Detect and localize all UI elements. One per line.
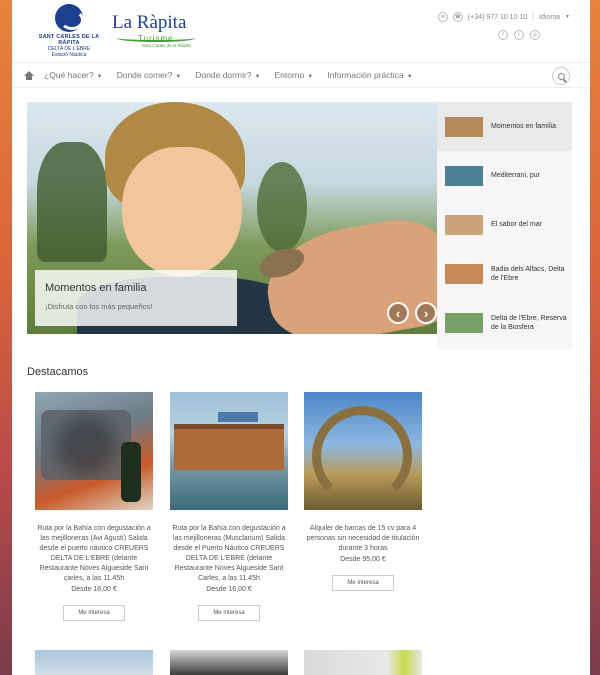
slide-label: Delta de l'Ebre, Reserva de la Biosfera	[491, 314, 567, 331]
wave-logo-icon	[55, 4, 84, 32]
chevron-left-icon: ‹	[395, 305, 401, 321]
me-interesa-button[interactable]: Me interesa	[332, 575, 394, 591]
slide-list: Momentos en família Mediterrani, pur El …	[437, 102, 572, 349]
hero-bg-tree	[257, 162, 307, 252]
language-selector[interactable]: Idioma	[539, 14, 560, 21]
slide-item[interactable]: Badia dels Alfacs, Delta de l'Ebre	[437, 249, 572, 298]
card-image-detail	[121, 442, 141, 502]
card-image-detail	[312, 406, 412, 506]
slide-thumbnail	[445, 312, 483, 333]
la-rapita-turisme-logo[interactable]: La Ràpita Turisme Sant Carles de la Ràpi…	[112, 12, 212, 56]
slider-next-button[interactable]: ›	[415, 302, 437, 324]
logo-subtitle: Sant Carles de la Ràpita	[142, 43, 191, 48]
logo-line-1: SANT CARLES DE LA RÀPITA	[38, 34, 100, 46]
twitter-icon[interactable]: t	[514, 30, 524, 40]
instagram-icon[interactable]: ◎	[530, 30, 540, 40]
hero-slider[interactable]: Momentos en familia ¡Disfruta con los má…	[27, 102, 437, 334]
featured-card: Ruta por la Bahía con degustación a las …	[170, 392, 288, 621]
me-interesa-button[interactable]: Me interesa	[63, 605, 125, 621]
chevron-down-icon: ▼	[254, 74, 261, 80]
card-image-detail	[41, 410, 131, 480]
card-image-detail	[218, 412, 258, 422]
divider: |	[532, 13, 535, 21]
page: SANT CARLES DE LA RÀPITA DELTA DE L'EBRE…	[12, 0, 590, 675]
social-links: f t ◎	[498, 30, 540, 40]
slider-prev-button[interactable]: ‹	[387, 302, 409, 324]
chevron-down-icon: ▼	[96, 74, 103, 80]
phone-number[interactable]: (+34) 977 10 10 10	[468, 14, 527, 21]
chevron-down-icon: ▼	[307, 74, 314, 80]
card-image[interactable]	[170, 392, 288, 510]
logo-brand-name: La Ràpita	[112, 12, 187, 33]
chevron-down-icon: ▼	[406, 74, 413, 80]
top-bar: ✉ ☎ (+34) 977 10 10 10 | Idioma ▼	[437, 12, 570, 22]
card-image[interactable]	[304, 650, 422, 675]
main-nav: ¿Qué hacer? ▼ Donde comer? ▼ Donde dormir?…	[12, 62, 590, 88]
search-icon	[557, 72, 565, 80]
slide-label: Momentos en família	[491, 123, 556, 130]
card-description: Ruta por la Bahía con degustación a las …	[172, 525, 286, 582]
nav-item-entorno[interactable]: Entorno ▼	[274, 70, 313, 80]
hero-bg-tree	[37, 142, 107, 262]
card-image[interactable]	[35, 650, 153, 675]
email-icon[interactable]: ✉	[437, 12, 448, 22]
card-image[interactable]	[304, 392, 422, 510]
card-image-detail	[174, 424, 284, 470]
logo-swoosh	[116, 34, 196, 42]
featured-title: Destacamos	[27, 366, 89, 378]
slide-label: Mediterrani, pur	[491, 172, 541, 179]
chevron-right-icon: ›	[423, 305, 429, 321]
hero-figure	[122, 147, 242, 277]
me-interesa-button[interactable]: Me interesa	[198, 605, 260, 621]
slide-item[interactable]: El sabor del mar	[437, 200, 572, 249]
card-price: Desde 95,00 €	[340, 556, 386, 563]
card-image[interactable]	[170, 650, 288, 675]
slide-thumbnail	[445, 214, 483, 235]
featured-card: Alquiler de barcas de 15 cv para 4 perso…	[304, 392, 422, 591]
card-description: Alquiler de barcas de 15 cv para 4 perso…	[306, 525, 420, 552]
card-price: Desde 16,00 €	[206, 586, 252, 593]
chevron-down-icon: ▼	[175, 74, 182, 80]
slide-label: Badia dels Alfacs, Delta de l'Ebre	[491, 265, 565, 282]
slide-thumbnail	[445, 116, 483, 137]
slide-item[interactable]: Mediterrani, pur	[437, 151, 572, 200]
featured-card: Ruta por la Bahía con degustación a las …	[35, 392, 153, 621]
slide-label: El sabor del mar	[491, 221, 542, 228]
hero-caption-subtitle: ¡Disfruta con los más pequeños!	[45, 302, 153, 311]
slide-thumbnail	[445, 165, 483, 186]
slide-item[interactable]: Delta de l'Ebre, Reserva de la Biosfera	[437, 298, 572, 347]
chevron-down-icon: ▼	[565, 14, 570, 20]
nav-item-que-hacer[interactable]: ¿Qué hacer? ▼	[44, 70, 103, 80]
slide-item[interactable]: Momentos en família	[437, 102, 572, 151]
estacio-nautica-logo[interactable]: SANT CARLES DE LA RÀPITA DELTA DE L'EBRE…	[28, 4, 110, 60]
nav-item-donde-dormir[interactable]: Donde dormir? ▼	[195, 70, 260, 80]
nav-item-informacion-practica[interactable]: Información práctica ▼	[327, 70, 413, 80]
slide-thumbnail	[445, 263, 483, 284]
facebook-icon[interactable]: f	[498, 30, 508, 40]
header: SANT CARLES DE LA RÀPITA DELTA DE L'EBRE…	[12, 0, 590, 62]
phone-icon: ☎	[452, 12, 463, 22]
nav-item-donde-comer[interactable]: Donde comer? ▼	[117, 70, 182, 80]
logo-line-3: Estació Nàutica	[51, 52, 87, 58]
hero-caption: Momentos en familia ¡Disfruta con los má…	[35, 270, 237, 326]
card-price: Desde 16,00 €	[71, 586, 117, 593]
card-image[interactable]	[35, 392, 153, 510]
hero-caption-title: Momentos en familia	[45, 282, 147, 294]
search-button[interactable]	[552, 67, 570, 85]
card-description: Ruta por la Bahía con degustación a las …	[37, 525, 151, 582]
home-icon[interactable]	[24, 70, 34, 80]
